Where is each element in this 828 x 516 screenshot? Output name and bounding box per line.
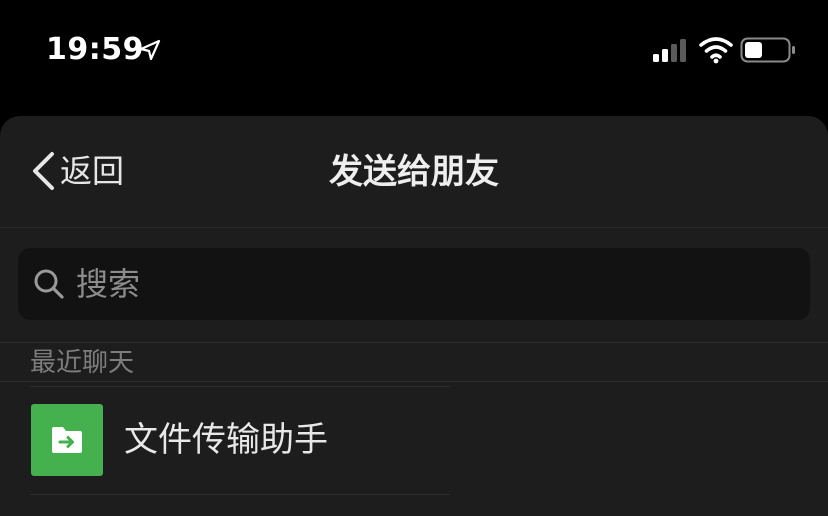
search-bar[interactable] bbox=[18, 248, 810, 320]
status-bar: 19:59 bbox=[0, 0, 828, 100]
nav-bar: 发送给朋友 返回 bbox=[0, 116, 828, 228]
back-label: 返回 bbox=[60, 152, 125, 190]
list-divider bbox=[30, 386, 450, 387]
status-time: 19:59 bbox=[46, 32, 144, 67]
page-title: 发送给朋友 bbox=[329, 152, 499, 192]
file-transfer-icon bbox=[52, 427, 82, 453]
back-button[interactable]: 返回 bbox=[30, 146, 124, 196]
search-icon bbox=[34, 269, 64, 299]
section-divider bbox=[0, 342, 828, 343]
chat-name: 文件传输助手 bbox=[124, 420, 328, 460]
share-sheet: 发送给朋友 返回 最近聊天 文件传输助手 bbox=[0, 116, 828, 516]
chevron-left-icon bbox=[33, 152, 54, 190]
avatar bbox=[31, 404, 103, 476]
location-arrow-icon bbox=[139, 39, 161, 61]
section-header-recent: 最近聊天 bbox=[30, 348, 135, 378]
section-divider bbox=[0, 381, 828, 382]
cellular-signal-icon bbox=[653, 39, 686, 62]
list-divider bbox=[30, 494, 450, 495]
chat-item-file-transfer[interactable]: 文件传输助手 bbox=[0, 386, 828, 498]
search-input[interactable] bbox=[76, 254, 756, 314]
battery-icon bbox=[740, 37, 795, 63]
wifi-icon bbox=[699, 37, 733, 64]
